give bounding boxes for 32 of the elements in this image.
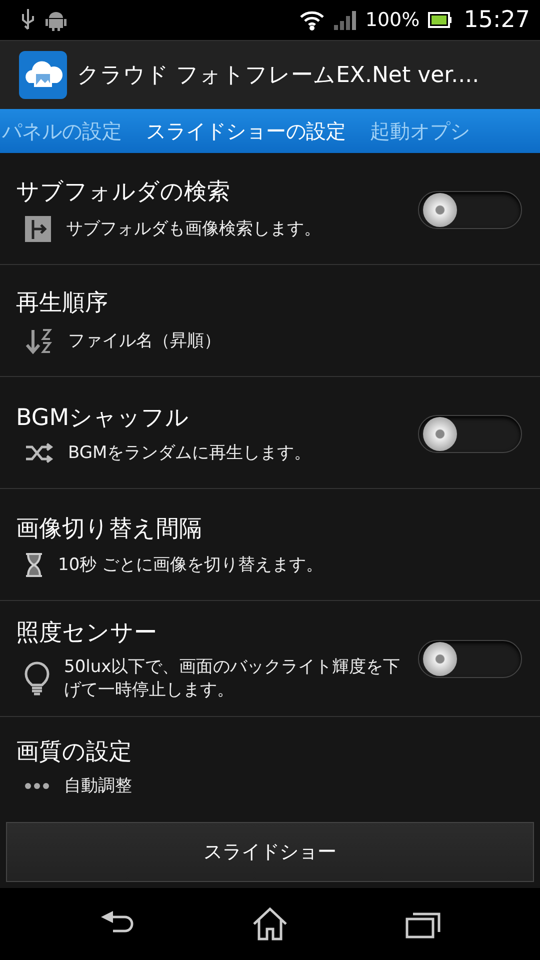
slideshow-button[interactable]: スライドショー xyxy=(6,822,534,882)
shuffle-icon xyxy=(24,441,54,465)
setting-title[interactable]: サブフォルダの検索 xyxy=(16,176,230,207)
clock: 15:27 xyxy=(464,7,530,33)
more-icon xyxy=(24,782,50,790)
usb-icon xyxy=(20,8,36,32)
setting-title[interactable]: 画像切り替え間隔 xyxy=(16,513,202,544)
setting-title[interactable]: BGMシャッフル xyxy=(16,402,190,433)
setting-summary: 50lux以下で、画面のバックライト輝度を下げて一時停止します。 xyxy=(64,656,402,702)
setting-title[interactable]: 照度センサー xyxy=(16,617,157,648)
toggle-switch[interactable] xyxy=(418,640,522,678)
setting-summary: ファイル名（昇順） xyxy=(68,330,221,352)
home-icon[interactable] xyxy=(252,907,288,941)
setting-summary: BGMをランダムに再生します。 xyxy=(68,442,312,464)
setting-summary: 10秒 ごとに画像を切り替えます。 xyxy=(58,554,324,576)
battery-percent: 100% xyxy=(365,9,420,31)
branch-icon xyxy=(24,215,52,243)
battery-icon xyxy=(428,11,452,29)
setting-summary: サブフォルダも画像検索します。 xyxy=(66,218,321,240)
lightbulb-icon xyxy=(24,660,50,697)
app-icon[interactable] xyxy=(19,51,67,99)
hourglass-icon xyxy=(24,552,44,578)
toggle-switch[interactable] xyxy=(418,190,522,228)
app-title: クラウド フォトフレームEX.Net ver.... xyxy=(77,62,480,90)
toggle-switch[interactable] xyxy=(418,414,522,452)
sort-icon xyxy=(24,326,54,356)
wifi-icon xyxy=(299,9,326,31)
setting-title[interactable]: 画質の設定 xyxy=(16,736,132,767)
setting-title[interactable]: 再生順序 xyxy=(16,287,108,318)
setting-summary: 自動調整 xyxy=(64,774,132,798)
signal-icon xyxy=(333,9,358,31)
tab[interactable]: スライドショーの設定 xyxy=(146,118,346,144)
